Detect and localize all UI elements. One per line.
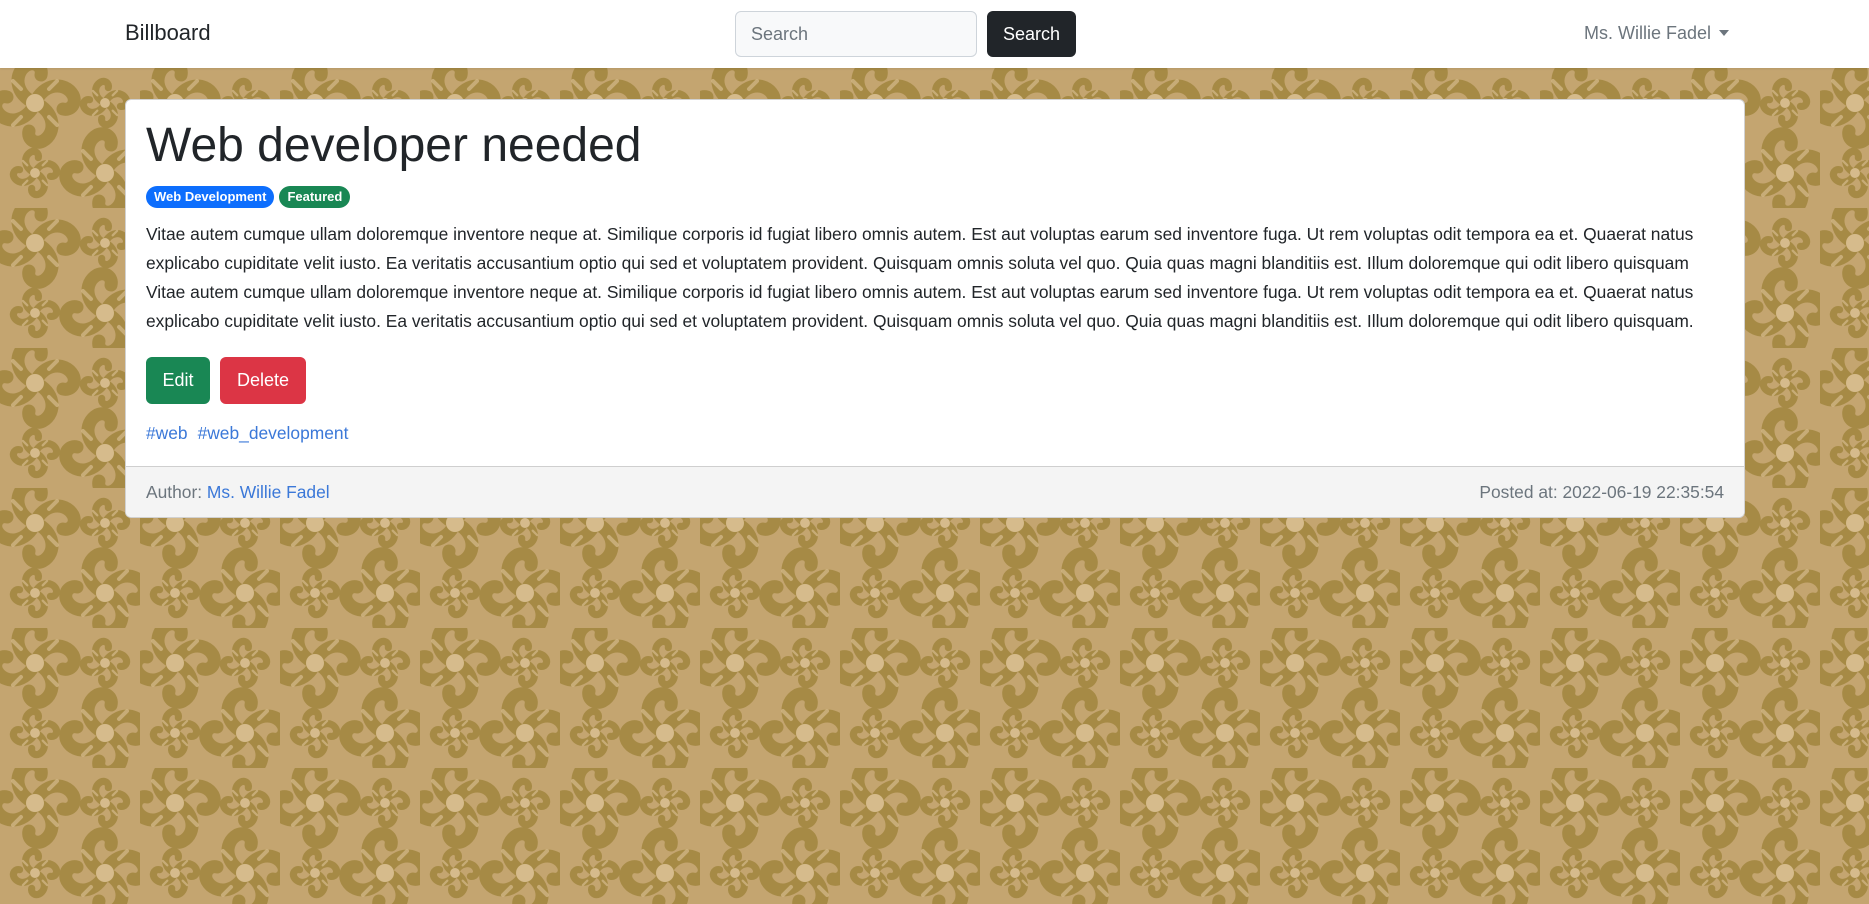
edit-button[interactable]: Edit (146, 357, 210, 404)
search-button[interactable]: Search (987, 11, 1077, 57)
posted-at: Posted at: 2022-06-19 22:35:54 (1479, 481, 1724, 502)
post-actions: Edit Delete (146, 357, 1724, 404)
category-badge: Web Development (146, 186, 275, 208)
user-name: Ms. Willie Fadel (1584, 23, 1712, 43)
post-card: Web developer needed Web Development Fea… (125, 99, 1745, 518)
post-card-body: Web developer needed Web Development Fea… (126, 100, 1744, 466)
author-info: Author: Ms. Willie Fadel (146, 482, 330, 503)
search-input[interactable] (735, 11, 977, 57)
post-body: Vitae autem cumque ullam doloremque inve… (146, 224, 1694, 331)
brand-link[interactable]: Billboard (125, 19, 211, 47)
author-label: Author: (146, 481, 207, 502)
caret-down-icon (1719, 30, 1730, 36)
post-card-footer: Author: Ms. Willie Fadel Posted at: 2022… (126, 466, 1744, 517)
tag-list: #web #web_development (146, 422, 1724, 444)
navbar: Billboard Search Ms. Willie Fadel (0, 0, 1869, 68)
user-dropdown[interactable]: Ms. Willie Fadel (1584, 21, 1730, 45)
search-form: Search (735, 11, 1077, 57)
post-title: Web developer needed (146, 119, 642, 172)
author-link[interactable]: Ms. Willie Fadel (207, 482, 330, 502)
delete-button[interactable]: Delete (220, 357, 306, 404)
tag-link-web-development[interactable]: #web_development (198, 422, 349, 444)
featured-badge: Featured (279, 186, 351, 208)
tag-link-web[interactable]: #web (146, 422, 188, 444)
badge-list: Web Development Featured (146, 186, 1724, 208)
